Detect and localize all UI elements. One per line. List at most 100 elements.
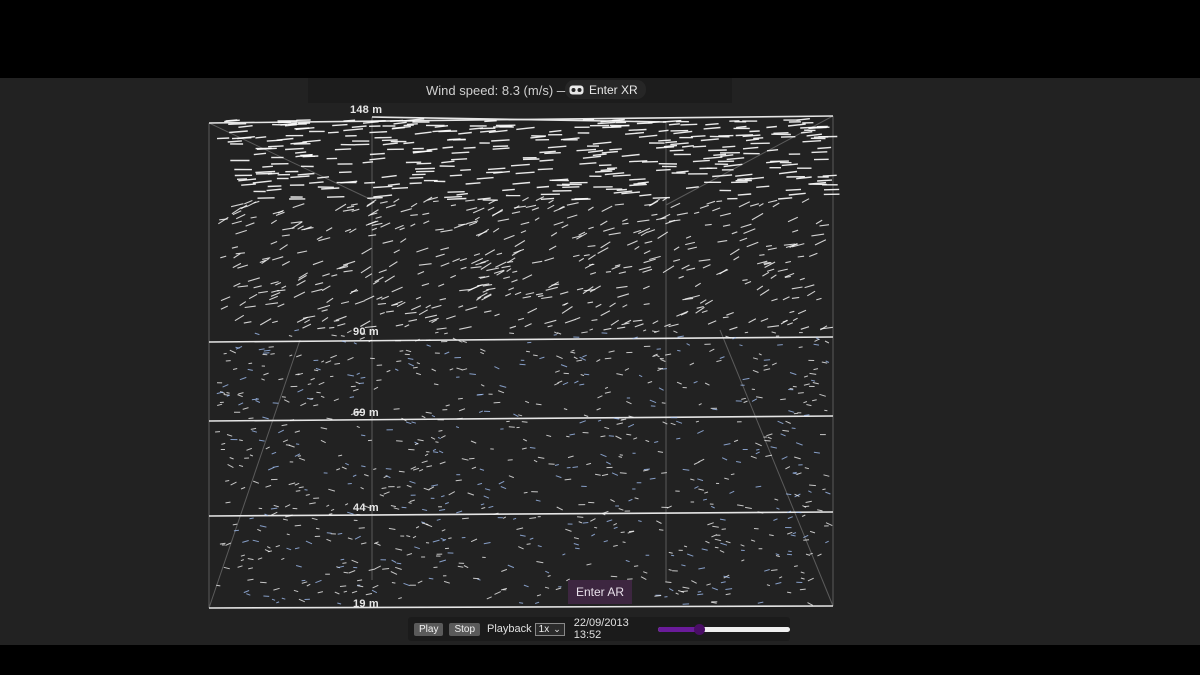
wind-arrow (603, 540, 608, 543)
wind-arrow (766, 584, 771, 587)
wind-arrow (567, 455, 574, 459)
wind-arrow (509, 332, 515, 334)
wind-arrow (569, 433, 576, 436)
wind-arrow (285, 147, 304, 151)
wind-arrow (465, 199, 475, 202)
height-label-148: 148 m (350, 104, 383, 116)
wind-arrow (432, 539, 440, 543)
wind-arrow (444, 351, 450, 355)
wind-arrow (583, 254, 590, 257)
wind-arrow (810, 379, 816, 382)
wind-arrow (315, 367, 321, 371)
wind-arrow (270, 511, 278, 516)
wind-arrow (566, 435, 570, 438)
wind-arrow (458, 340, 463, 343)
wind-arrow (311, 288, 323, 293)
wind-arrow (563, 408, 568, 411)
wind-arrow (602, 126, 622, 129)
wind-arrow (521, 447, 527, 450)
wind-arrow (507, 564, 515, 569)
wind-arrow (561, 224, 569, 229)
wind-arrow (763, 368, 771, 371)
wind-arrow (638, 520, 642, 522)
wind-arrow (343, 128, 364, 132)
wind-arrow (776, 507, 780, 510)
wind-arrow (439, 461, 446, 465)
wind-arrow (300, 154, 313, 157)
wind-arrow (412, 366, 418, 369)
stop-button[interactable]: Stop (449, 622, 481, 636)
wind-arrow (399, 350, 404, 352)
time-slider-thumb[interactable] (694, 623, 706, 635)
wind-arrow (347, 537, 353, 540)
wind-arrow (326, 532, 332, 534)
wind-arrow (722, 145, 736, 148)
wind-arrow (239, 376, 247, 381)
enter-ar-button[interactable]: Enter AR (568, 580, 632, 604)
wind-arrow (756, 396, 763, 399)
play-button[interactable]: Play (414, 622, 444, 636)
wind-arrow (245, 222, 255, 227)
wind-arrow (496, 252, 503, 256)
wind-arrow (697, 478, 704, 482)
time-slider[interactable] (658, 623, 790, 635)
wind-arrow (548, 245, 557, 251)
wind-arrow (789, 388, 794, 390)
wind-arrow (237, 264, 249, 269)
wind-arrow (286, 533, 290, 536)
wind-arrow (704, 299, 713, 305)
wind-arrow (456, 192, 468, 196)
wind-arrow (750, 539, 756, 542)
wind-arrow (385, 468, 392, 470)
wind-arrow (275, 545, 280, 548)
wind-arrow (244, 305, 256, 309)
wind-arrow (618, 271, 627, 275)
wind-arrow (254, 332, 260, 336)
wind-arrow (265, 446, 270, 450)
wind-arrow (394, 368, 399, 371)
wind-arrow (518, 546, 524, 550)
wind-arrow (379, 201, 388, 204)
wind-arrow (710, 505, 715, 509)
wind-arrow (725, 593, 731, 596)
wind-arrow (455, 479, 462, 482)
wind-arrow (302, 323, 312, 329)
wind-arrow (379, 494, 385, 497)
wind-arrow (498, 390, 505, 394)
wind-arrow (815, 219, 823, 225)
wind-arrow (743, 400, 748, 404)
wind-arrow (792, 385, 797, 388)
wind-arrow (438, 450, 444, 454)
wind-arrow (559, 291, 569, 295)
wind-arrow (373, 468, 377, 470)
wind-arrow (526, 543, 531, 545)
wind-arrow (322, 273, 330, 277)
wind-arrow (346, 205, 355, 209)
wind-arrow (392, 125, 411, 129)
wind-arrow (572, 466, 579, 468)
wind-arrow (525, 400, 530, 404)
wind-arrow (479, 468, 485, 471)
enter-xr-button[interactable]: Enter XR (565, 80, 646, 99)
wind-arrow (778, 576, 783, 579)
wind-arrow (379, 311, 385, 315)
wind-arrow (428, 486, 435, 490)
box-diag-3 (208, 339, 301, 609)
wind-arrow (358, 527, 365, 529)
playback-speed-select[interactable]: 1x ⌄ (534, 622, 565, 636)
wind-arrow (811, 399, 817, 402)
wind-arrow (498, 480, 505, 485)
wind-arrow (242, 407, 249, 410)
wind-arrow (805, 553, 811, 556)
wind-arrow (725, 588, 733, 590)
wind-arrow (739, 344, 743, 347)
wind-arrow (423, 487, 430, 491)
wind-arrow (638, 266, 652, 271)
wind-arrow (484, 120, 497, 123)
wind-arrow (608, 232, 621, 236)
wind-arrow (551, 283, 560, 286)
wind-arrow (604, 426, 610, 430)
wind-arrow (616, 373, 624, 376)
wind-arrow (785, 493, 792, 496)
wind-arrow (571, 349, 575, 352)
